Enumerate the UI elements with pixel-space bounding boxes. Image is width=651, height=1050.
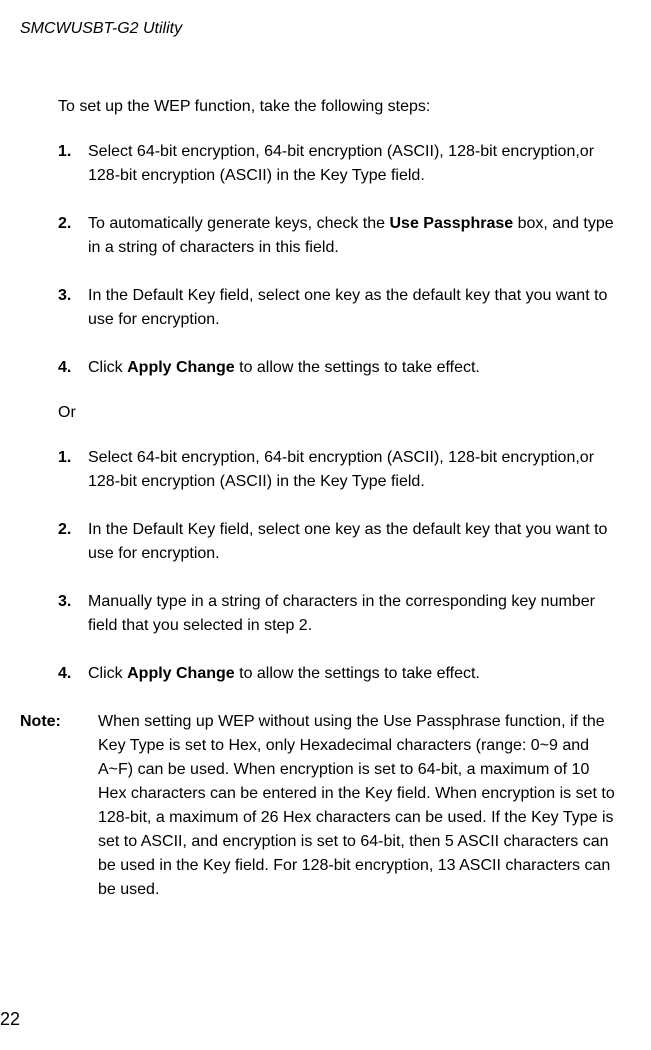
list-number: 2.	[58, 518, 88, 566]
list-item: 1. Select 64-bit encryption, 64-bit encr…	[58, 446, 621, 494]
list-content: Select 64-bit encryption, 64-bit encrypt…	[88, 446, 621, 494]
note-section: Note: When setting up WEP without using …	[20, 710, 621, 902]
list-item: 3. In the Default Key field, select one …	[58, 284, 621, 332]
list-number: 3.	[58, 590, 88, 638]
list-number: 1.	[58, 140, 88, 188]
intro-text: To set up the WEP function, take the fol…	[58, 98, 621, 116]
list-content: Click Apply Change to allow the settings…	[88, 356, 621, 380]
list-content: Select 64-bit encryption, 64-bit encrypt…	[88, 140, 621, 188]
list-content: In the Default Key field, select one key…	[88, 284, 621, 332]
list-number: 3.	[58, 284, 88, 332]
page-number: 22	[0, 1009, 20, 1030]
list-item: 1. Select 64-bit encryption, 64-bit encr…	[58, 140, 621, 188]
list-content: To automatically generate keys, check th…	[88, 212, 621, 260]
list-number: 2.	[58, 212, 88, 260]
list-content: In the Default Key field, select one key…	[88, 518, 621, 566]
list-number: 1.	[58, 446, 88, 494]
list-2: 1. Select 64-bit encryption, 64-bit encr…	[58, 446, 621, 686]
list-item: 4. Click Apply Change to allow the setti…	[58, 662, 621, 686]
list-item: 2. In the Default Key field, select one …	[58, 518, 621, 566]
list-number: 4.	[58, 662, 88, 686]
list-1: 1. Select 64-bit encryption, 64-bit encr…	[58, 140, 621, 380]
list-content: Manually type in a string of characters …	[88, 590, 621, 638]
list-item: 4. Click Apply Change to allow the setti…	[58, 356, 621, 380]
list-number: 4.	[58, 356, 88, 380]
list-item: 3. Manually type in a string of characte…	[58, 590, 621, 638]
list-content: Click Apply Change to allow the settings…	[88, 662, 621, 686]
list-item: 2. To automatically generate keys, check…	[58, 212, 621, 260]
note-content: When setting up WEP without using the Us…	[90, 710, 621, 902]
or-text: Or	[58, 404, 621, 422]
note-label: Note:	[20, 710, 90, 902]
header-title: SMCWUSBT-G2 Utility	[20, 20, 621, 38]
